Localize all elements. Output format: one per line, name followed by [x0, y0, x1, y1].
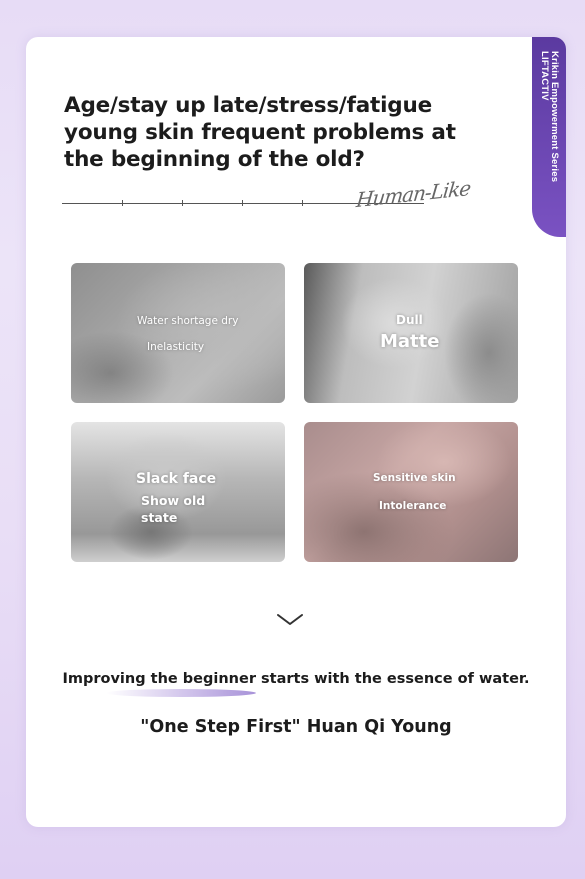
photo-label: Inelasticity: [147, 341, 205, 353]
sensitive-skin-photo: Sensitive skin Intolerance: [304, 422, 518, 562]
chevron-down-icon: [277, 614, 303, 625]
brand-series-name: Krikin Empowerment Series: [549, 51, 560, 183]
photo-label: Slack face: [136, 471, 217, 487]
divider-tick: [122, 200, 123, 206]
brand-ribbon: Krikin Empowerment Series LIFTACTIV: [532, 37, 566, 237]
tagline-text: Improving the beginner starts with the e…: [62, 671, 530, 687]
photo-label: Sensitive skin: [373, 472, 456, 484]
divider-tick: [242, 200, 243, 206]
dry-skin-photo: Water shortage dry Inelasticity: [71, 263, 285, 403]
signature-logo: Human-Like: [355, 175, 472, 213]
divider-tick: [182, 200, 183, 206]
content-card: Krikin Empowerment Series LIFTACTIV Age/…: [26, 37, 566, 827]
slogan-text: "One Step First" Huan Qi Young: [140, 717, 452, 737]
photo-label: Water shortage dry: [137, 315, 239, 327]
brand-product-name: LIFTACTIV: [539, 51, 550, 101]
sensitive-skin-image: [304, 422, 518, 562]
brand-ribbon-text: Krikin Empowerment Series LIFTACTIV: [539, 51, 560, 183]
slack-face-photo: Slack face Show old state: [71, 422, 285, 562]
page-headline: Age/stay up late/stress/fatigue young sk…: [64, 93, 456, 172]
divider-tick: [302, 200, 303, 206]
photo-label: Dull: [396, 313, 423, 327]
photo-label: Intolerance: [379, 500, 447, 512]
photo-label: Show old state: [141, 493, 206, 525]
dry-skin-image: [71, 263, 285, 403]
dull-skin-photo: Dull Matte: [304, 263, 518, 403]
brush-stroke-decoration: [106, 689, 256, 697]
photo-label: Matte: [380, 331, 440, 352]
